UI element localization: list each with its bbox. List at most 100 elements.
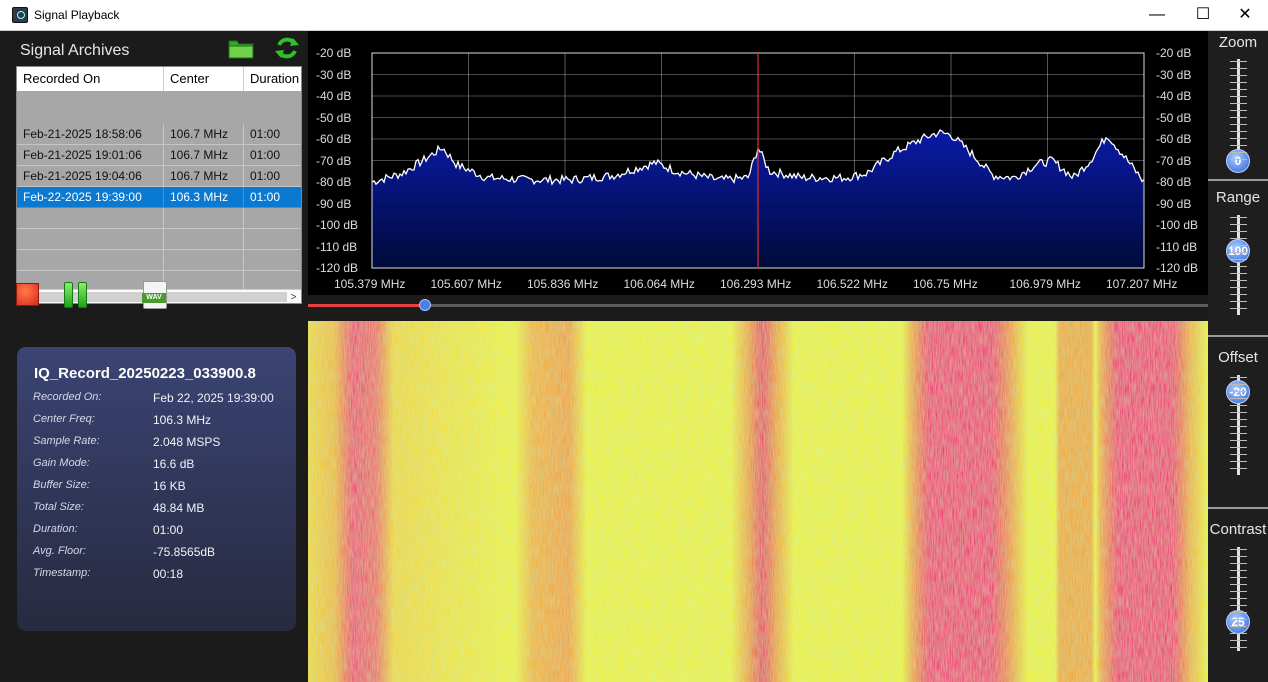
zoom-label: Zoom [1218,34,1258,51]
db-label-left: -30 dB [316,67,352,82]
signal-playback-window: Signal Playback — ☐ ✕ Signal Archives Re… [0,0,1268,682]
slider-tick [1230,82,1247,83]
db-label-left: -40 dB [316,89,352,103]
minimize-button[interactable]: — [1134,0,1180,31]
cell-recorded-on: Feb-22-2025 19:39:00 [17,187,164,208]
slider-tick [1230,61,1247,62]
info-row: Buffer Size: 16 KB [33,479,186,493]
table-row[interactable]: Feb-21-2025 19:04:06 106.7 MHz 01:00 [17,166,301,187]
info-row: Center Freq: 106.3 MHz [33,413,212,427]
frequency-label: 106.064 MHz [623,277,695,291]
pause-button[interactable] [64,282,88,308]
archives-panel: Signal Archives Recorded On Center Durat… [0,31,308,682]
stop-button[interactable] [16,283,39,306]
recording-filename: IQ_Record_20250223_033900.8 [34,365,256,382]
db-label-right: -80 dB [1156,175,1192,189]
folder-icon[interactable] [228,37,254,59]
slider-tick [1230,454,1247,455]
slider-tick [1230,556,1247,557]
slider-tick [1230,461,1247,462]
scroll-right-icon[interactable]: > [286,290,301,303]
export-wav-button[interactable]: WAV [142,281,167,309]
info-row: Total Size: 48.84 MB [33,501,205,515]
db-label-left: -50 dB [316,110,352,125]
recording-info-card: IQ_Record_20250223_033900.8 Recorded On:… [17,347,296,631]
slider-tick [1230,68,1247,69]
db-label-right: -70 dB [1156,153,1192,168]
playback-slider[interactable] [308,295,1208,317]
slider-tick [1230,238,1247,239]
column-header-center[interactable]: Center [164,67,244,91]
db-label-left: -80 dB [316,175,352,189]
slider-tick [1230,384,1247,385]
cell-center: 106.3 MHz [164,187,244,208]
slider-tick [1230,217,1247,218]
slider-tick [1230,605,1247,606]
slider-tick [1230,117,1247,118]
slider-tick [1230,266,1247,267]
refresh-icon[interactable] [274,35,300,61]
table-header: Recorded On Center Duration [17,67,301,91]
slider-tick [1230,584,1247,585]
slider-tick [1230,405,1247,406]
column-header-duration[interactable]: Duration [244,67,301,91]
contrast-label: Contrast [1209,521,1267,538]
cell-duration: 01:00 [244,124,301,145]
empty-row [17,208,301,229]
cell-recorded-on: Feb-21-2025 19:01:06 [17,145,164,166]
slider-tick [1230,598,1247,599]
spectrum-plot[interactable]: -20 dB -20 dB -30 dB -30 dB -40 dB -40 dB -50 … [308,31,1208,295]
slider-tick [1230,96,1247,97]
slider-tick [1230,391,1247,392]
db-label-right: -100 dB [1156,218,1199,232]
slider-tick [1230,626,1247,627]
range-label: Range [1215,189,1261,206]
maximize-button[interactable]: ☐ [1180,0,1226,31]
db-label-right: -50 dB [1156,110,1192,125]
db-label-left: -90 dB [316,196,352,211]
archives-title: Signal Archives [20,42,130,59]
wav-icon: WAV [142,293,166,303]
slider-tick [1230,433,1247,434]
slider-tick [1230,252,1247,253]
slider-tick [1230,110,1247,111]
table-row-selected[interactable]: Feb-22-2025 19:39:00 106.3 MHz 01:00 [17,187,301,208]
db-label-right: -40 dB [1156,89,1192,103]
playback-handle[interactable] [419,299,431,311]
column-header-recorded-on[interactable]: Recorded On [17,67,164,91]
table-row[interactable]: Feb-21-2025 18:58:06 106.7 MHz 01:00 [17,124,301,145]
slider-tick [1230,440,1247,441]
frequency-label: 107.207 MHz [1106,277,1178,291]
range-slider[interactable] [1237,215,1240,315]
slider-tick [1230,412,1247,413]
slider-tick [1230,563,1247,564]
db-label-left: -120 dB [316,261,359,275]
db-label-left: -70 dB [316,153,352,168]
db-label-right: -30 dB [1156,67,1192,82]
db-label-left: -100 dB [316,218,359,232]
slider-tick [1230,131,1247,132]
close-button[interactable]: ✕ [1222,0,1268,31]
info-row: Timestamp: 00:18 [33,567,184,581]
empty-row [17,229,301,250]
slider-tick [1230,124,1247,125]
table-row[interactable]: Feb-21-2025 19:01:06 106.7 MHz 01:00 [17,145,301,166]
slider-tick [1230,468,1247,469]
app-icon [12,7,28,23]
db-label-right: -60 dB [1156,132,1192,146]
title-bar: Signal Playback — ☐ ✕ [0,0,1268,31]
db-label-left: -110 dB [316,239,358,254]
slider-tick [1230,159,1247,160]
cell-center: 106.7 MHz [164,166,244,187]
frequency-label: 106.75 MHz [913,277,978,291]
frequency-label: 106.293 MHz [720,277,792,291]
slider-tick [1230,398,1247,399]
db-label-left: -60 dB [316,132,352,146]
db-label-right: -110 dB [1156,239,1198,254]
waterfall-display[interactable] [308,321,1208,682]
slider-tick [1230,647,1247,648]
contrast-handle[interactable]: 25 [1226,610,1250,634]
playback-track [308,304,1208,307]
slider-tick [1230,294,1247,295]
frequency-label: 106.979 MHz [1009,277,1081,291]
